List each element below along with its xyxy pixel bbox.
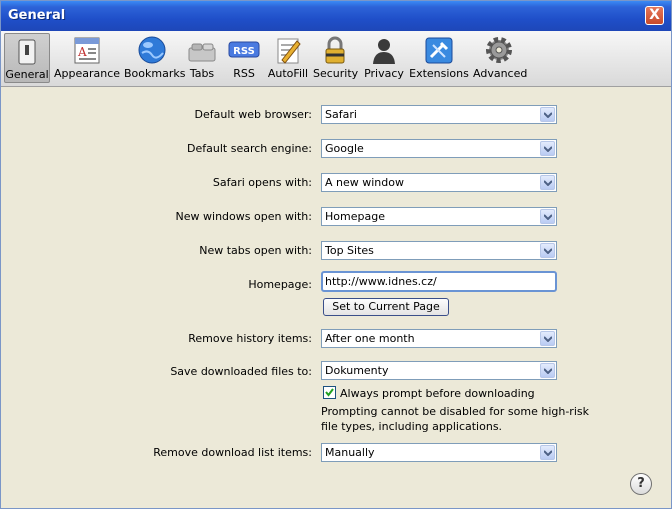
chevron-down-icon[interactable] (540, 331, 555, 346)
tab-rss-label: RSS (233, 67, 255, 80)
search-engine-value: Google (325, 142, 364, 155)
help-button[interactable]: ? (630, 473, 652, 495)
history-select[interactable]: After one month (321, 329, 557, 348)
tab-autofill[interactable]: AutoFill (266, 33, 310, 83)
general-switch-icon (18, 39, 36, 65)
chevron-down-icon[interactable] (540, 209, 555, 224)
opens-with-select[interactable]: A new window (321, 173, 557, 192)
tab-extensions-label: Extensions (409, 67, 469, 80)
tab-privacy-label: Privacy (364, 67, 404, 80)
tab-advanced[interactable]: Advanced (473, 33, 528, 83)
svg-text:A: A (77, 45, 87, 59)
search-engine-select[interactable]: Google (321, 139, 557, 158)
downloads-value: Dokumenty (325, 364, 389, 377)
new-tabs-label: New tabs open with: (199, 244, 312, 257)
tab-advanced-label: Advanced (473, 67, 528, 80)
rss-badge-text: RSS (233, 46, 255, 57)
chevron-down-icon[interactable] (540, 445, 555, 460)
homepage-label: Homepage: (248, 278, 312, 291)
preferences-window: General X General A Appearance Bookmarks… (0, 0, 672, 509)
opens-with-value: A new window (325, 176, 404, 189)
tab-bookmarks-label: Bookmarks (124, 67, 186, 80)
tab-appearance[interactable]: A Appearance (54, 33, 120, 83)
default-browser-value: Safari (325, 108, 357, 121)
download-list-label: Remove download list items: (153, 446, 312, 459)
rss-icon: RSS (228, 41, 260, 58)
title-bar[interactable]: General X (1, 1, 671, 31)
gear-icon (486, 37, 512, 63)
tab-privacy[interactable]: Privacy (363, 33, 405, 83)
tab-general-label: General (5, 68, 49, 81)
close-button[interactable]: X (645, 6, 664, 25)
tab-extensions[interactable]: Extensions (409, 33, 469, 83)
always-prompt-label[interactable]: Always prompt before downloading (340, 387, 535, 400)
tab-autofill-label: AutoFill (267, 67, 309, 80)
globe-icon (138, 36, 166, 64)
checkmark-icon (325, 388, 334, 397)
tab-general[interactable]: General (4, 33, 50, 83)
preferences-toolbar: General A Appearance Bookmarks Tabs RSS … (1, 31, 671, 87)
default-browser-select[interactable]: Safari (321, 105, 557, 124)
new-tabs-value: Top Sites (325, 244, 374, 257)
homepage-input[interactable] (323, 273, 552, 290)
set-to-current-page-button[interactable]: Set to Current Page (323, 298, 449, 316)
window-title: General (8, 8, 66, 23)
downloads-select[interactable]: Dokumenty (321, 361, 557, 380)
download-list-select[interactable]: Manually (321, 443, 557, 462)
tab-tabs[interactable]: Tabs (184, 33, 220, 83)
chevron-down-icon[interactable] (540, 243, 555, 258)
extensions-icon (425, 37, 453, 64)
history-value: After one month (325, 332, 415, 345)
new-tabs-select[interactable]: Top Sites (321, 241, 557, 260)
chevron-down-icon[interactable] (540, 141, 555, 156)
autofill-pencil-icon (277, 38, 301, 64)
opens-with-label: Safari opens with: (212, 176, 312, 189)
tab-bookmarks[interactable]: Bookmarks (124, 33, 186, 83)
new-windows-value: Homepage (325, 210, 385, 223)
lock-icon (325, 36, 345, 64)
tabs-icon (188, 43, 216, 62)
prompt-note: Prompting cannot be disabled for some hi… (321, 405, 589, 433)
chevron-down-icon[interactable] (540, 175, 555, 190)
homepage-field[interactable] (321, 271, 557, 292)
search-engine-label: Default search engine: (187, 142, 312, 155)
tab-tabs-label: Tabs (189, 67, 215, 80)
appearance-icon: A (74, 37, 100, 64)
person-icon (373, 39, 395, 64)
tab-security-label: Security (313, 67, 359, 80)
downloads-label: Save downloaded files to: (170, 365, 312, 378)
new-windows-select[interactable]: Homepage (321, 207, 557, 226)
download-list-value: Manually (325, 446, 375, 459)
chevron-down-icon[interactable] (540, 107, 555, 122)
default-browser-label: Default web browser: (194, 108, 312, 121)
tab-security[interactable]: Security (313, 33, 359, 83)
history-label: Remove history items: (188, 332, 312, 345)
always-prompt-checkbox[interactable] (323, 386, 336, 399)
chevron-down-icon[interactable] (540, 363, 555, 378)
tab-appearance-label: Appearance (54, 67, 121, 80)
new-windows-label: New windows open with: (175, 210, 312, 223)
tab-rss[interactable]: RSS RSS (226, 33, 262, 83)
